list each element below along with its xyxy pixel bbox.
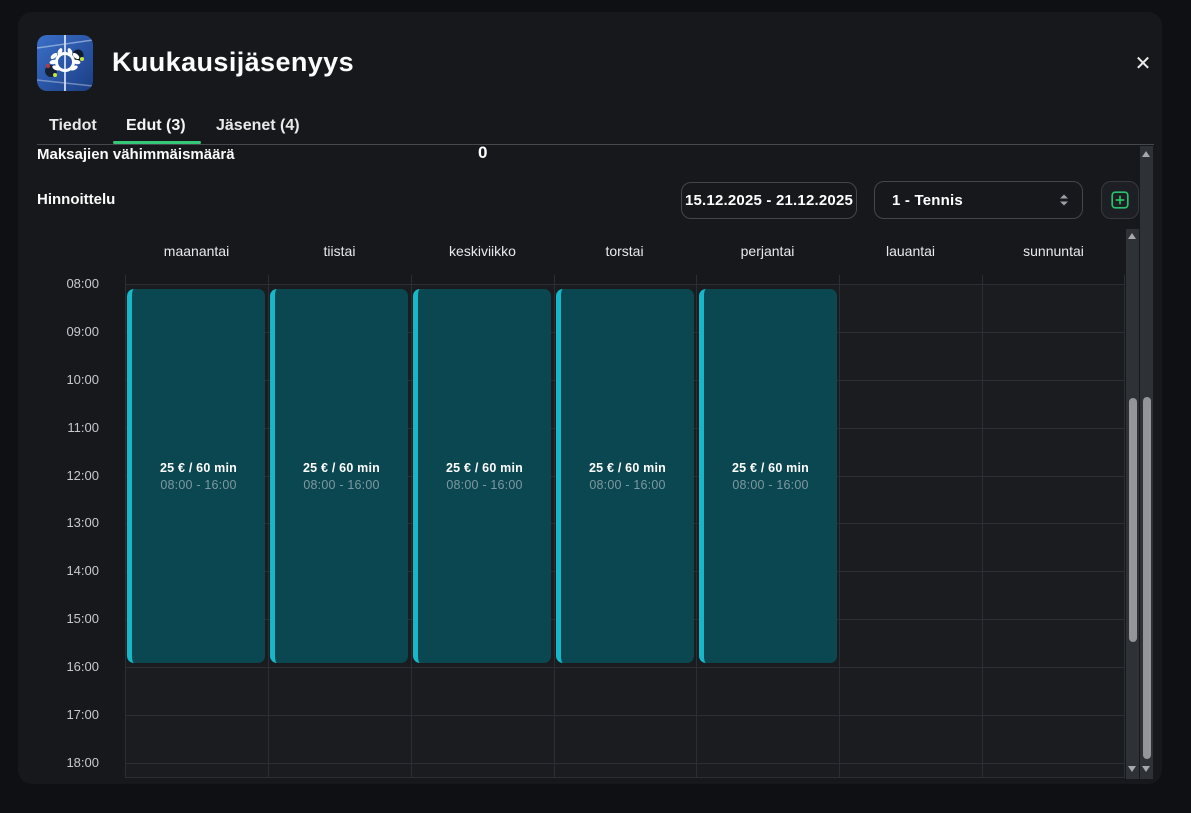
day-header-saturday: lauantai bbox=[839, 243, 982, 259]
calendar-scroll-up-icon[interactable] bbox=[1128, 233, 1136, 239]
add-icon bbox=[1111, 191, 1129, 209]
time-label: 13:00 bbox=[40, 515, 99, 531]
grid-hline bbox=[125, 284, 1125, 285]
padel-court-photo bbox=[37, 35, 93, 91]
calendar-scroll-down-icon[interactable] bbox=[1128, 766, 1136, 772]
modal-scroll-down-icon[interactable] bbox=[1142, 766, 1150, 772]
tab-jasenet[interactable]: Jäsenet (4) bbox=[216, 117, 300, 135]
grid-hline bbox=[125, 715, 1125, 716]
select-chevron-icon bbox=[1060, 195, 1068, 206]
grid-vline bbox=[268, 275, 269, 778]
grid-hline bbox=[125, 667, 1125, 668]
tabbar-divider bbox=[37, 144, 1154, 145]
date-range-button[interactable]: 15.12.2025 - 21.12.2025 bbox=[681, 182, 857, 219]
time-label: 11:00 bbox=[40, 420, 99, 436]
grid-vline bbox=[125, 275, 126, 778]
time-label: 18:00 bbox=[40, 755, 99, 771]
event-price: 25 € / 60 min bbox=[303, 461, 380, 475]
event-price: 25 € / 60 min bbox=[732, 461, 809, 475]
event-price: 25 € / 60 min bbox=[160, 461, 237, 475]
grid-vline bbox=[839, 275, 840, 778]
pricing-section-label: Hinnoittelu bbox=[37, 191, 115, 208]
club-logo-image bbox=[37, 35, 93, 91]
min-payers-label: Maksajien vähimmäismäärä bbox=[37, 146, 235, 163]
event-price: 25 € / 60 min bbox=[589, 461, 666, 475]
event-time-range: 08:00 - 16:00 bbox=[732, 478, 808, 492]
court-select-value: 1 - Tennis bbox=[892, 192, 963, 209]
time-label: 10:00 bbox=[40, 372, 99, 388]
grid-vline bbox=[411, 275, 412, 778]
tab-edut[interactable]: Edut (3) bbox=[126, 117, 186, 135]
pricing-event-friday[interactable]: 25 € / 60 min 08:00 - 16:00 bbox=[699, 289, 837, 663]
day-header-monday: maanantai bbox=[125, 243, 268, 259]
pricing-event-monday[interactable]: 25 € / 60 min 08:00 - 16:00 bbox=[127, 289, 265, 663]
pricing-event-tuesday[interactable]: 25 € / 60 min 08:00 - 16:00 bbox=[270, 289, 408, 663]
grid-vline bbox=[982, 275, 983, 778]
time-label: 15:00 bbox=[40, 611, 99, 627]
calendar-scrollbar-thumb[interactable] bbox=[1129, 398, 1137, 642]
court-select[interactable]: 1 - Tennis bbox=[874, 181, 1083, 219]
grid-hline bbox=[125, 777, 1125, 778]
modal-scroll-up-icon[interactable] bbox=[1142, 151, 1150, 157]
event-price: 25 € / 60 min bbox=[446, 461, 523, 475]
event-time-range: 08:00 - 16:00 bbox=[160, 478, 236, 492]
time-label: 14:00 bbox=[40, 563, 99, 579]
page-title: Kuukausijäsenyys bbox=[112, 47, 354, 78]
grid-hline bbox=[125, 763, 1125, 764]
tab-tiedot[interactable]: Tiedot bbox=[49, 117, 97, 135]
day-header-friday: perjantai bbox=[696, 243, 839, 259]
add-pricing-button[interactable] bbox=[1101, 181, 1139, 219]
pricing-event-wednesday[interactable]: 25 € / 60 min 08:00 - 16:00 bbox=[413, 289, 551, 663]
grid-vline bbox=[1124, 275, 1125, 778]
day-header-wednesday: keskiviikko bbox=[411, 243, 554, 259]
grid-vline bbox=[554, 275, 555, 778]
day-header-sunday: sunnuntai bbox=[982, 243, 1125, 259]
time-label: 16:00 bbox=[40, 659, 99, 675]
event-time-range: 08:00 - 16:00 bbox=[446, 478, 522, 492]
day-header-thursday: torstai bbox=[553, 243, 696, 259]
event-time-range: 08:00 - 16:00 bbox=[589, 478, 665, 492]
membership-modal-screen: Kuukausijäsenyys ✕ Tiedot Edut (3) Jäsen… bbox=[0, 0, 1191, 813]
day-header-tuesday: tiistai bbox=[268, 243, 411, 259]
event-time-range: 08:00 - 16:00 bbox=[303, 478, 379, 492]
pricing-event-thursday[interactable]: 25 € / 60 min 08:00 - 16:00 bbox=[556, 289, 694, 663]
time-label: 17:00 bbox=[40, 707, 99, 723]
min-payers-value: 0 bbox=[478, 143, 487, 163]
modal-scrollbar-thumb[interactable] bbox=[1143, 397, 1151, 759]
time-label: 08:00 bbox=[40, 276, 99, 292]
time-label: 12:00 bbox=[40, 468, 99, 484]
time-label: 09:00 bbox=[40, 324, 99, 340]
close-icon[interactable]: ✕ bbox=[1126, 46, 1160, 80]
grid-vline bbox=[696, 275, 697, 778]
